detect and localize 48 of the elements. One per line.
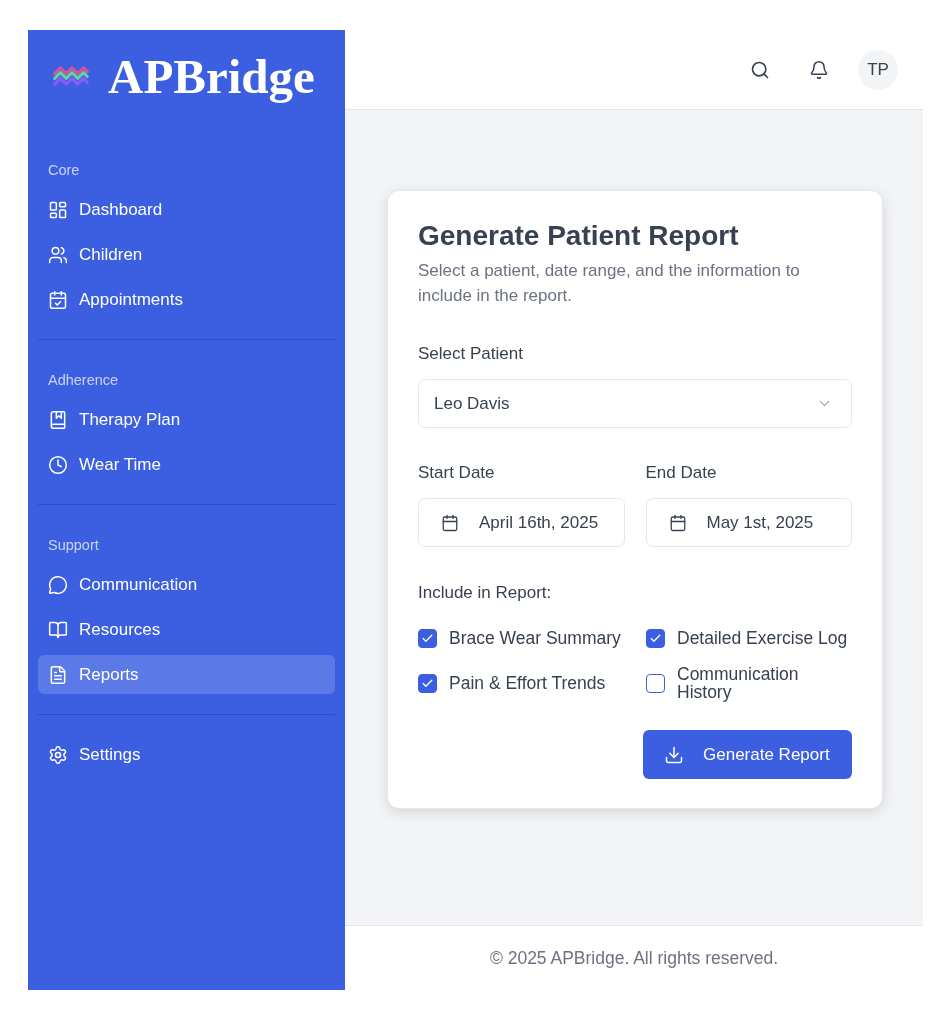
- field-label: Select Patient: [418, 344, 524, 364]
- checkbox-label: Pain & Effort Trends: [449, 674, 606, 692]
- nav-section-label: Support: [47, 536, 100, 555]
- bell-icon[interactable]: [809, 59, 829, 80]
- chat-bubble-icon: [48, 574, 68, 595]
- calendar-icon: [441, 513, 459, 532]
- card-description: Select a patient, date range, and the information to include in the report.: [418, 260, 801, 307]
- nav-item[interactable]: Children: [38, 235, 335, 274]
- user-avatar[interactable]: TP: [858, 49, 898, 90]
- checkbox-label: Detailed Exercise Log: [677, 629, 848, 647]
- nav-section-label: Adherence: [47, 371, 120, 390]
- brand-name: APBridge: [108, 51, 315, 101]
- settings-icon: [48, 744, 68, 765]
- nav-item[interactable]: Wear Time: [38, 445, 335, 484]
- nav-section-label: Core: [47, 161, 81, 180]
- nav-item[interactable]: Reports: [38, 655, 335, 694]
- download-icon: [664, 744, 684, 765]
- document-icon: [48, 664, 68, 685]
- open-book-icon: [48, 619, 68, 640]
- checkbox-label: Communication History: [677, 665, 800, 701]
- nav-item[interactable]: Settings: [38, 735, 335, 774]
- nav-item[interactable]: Resources: [38, 610, 335, 649]
- nav-item[interactable]: Therapy Plan: [38, 400, 335, 439]
- date-picker-button[interactable]: April 16th, 2025: [418, 498, 625, 547]
- card-title: Generate Patient Report: [418, 219, 740, 253]
- patient-select[interactable]: Leo Davis: [418, 379, 852, 428]
- checkbox[interactable]: [418, 628, 437, 648]
- grid-icon: [48, 199, 68, 220]
- nav-item[interactable]: Communication: [38, 565, 335, 604]
- copyright-text: © 2025 APBridge. All rights reserved.: [489, 947, 779, 969]
- checkbox-label: Brace Wear Summary: [449, 629, 621, 647]
- bookmark-book-icon: [48, 409, 68, 430]
- date-picker-button[interactable]: May 1st, 2025: [645, 498, 852, 547]
- search-icon[interactable]: [750, 59, 770, 80]
- field-label: End Date: [645, 463, 718, 483]
- calendar-check-icon: [48, 289, 68, 310]
- checkbox[interactable]: [646, 628, 665, 648]
- field-label: Include in Report:: [418, 583, 553, 603]
- people-icon: [48, 244, 68, 265]
- nav-item[interactable]: Appointments: [38, 280, 335, 319]
- zigzag-logo-icon: [52, 64, 90, 88]
- clock-icon: [48, 454, 68, 475]
- checkbox[interactable]: [646, 673, 665, 693]
- generate-report-button[interactable]: Generate Report: [643, 730, 852, 779]
- nav-item[interactable]: Dashboard: [38, 190, 335, 229]
- field-label: Start Date: [418, 463, 496, 483]
- calendar-icon: [668, 513, 687, 532]
- checkbox[interactable]: [418, 673, 437, 693]
